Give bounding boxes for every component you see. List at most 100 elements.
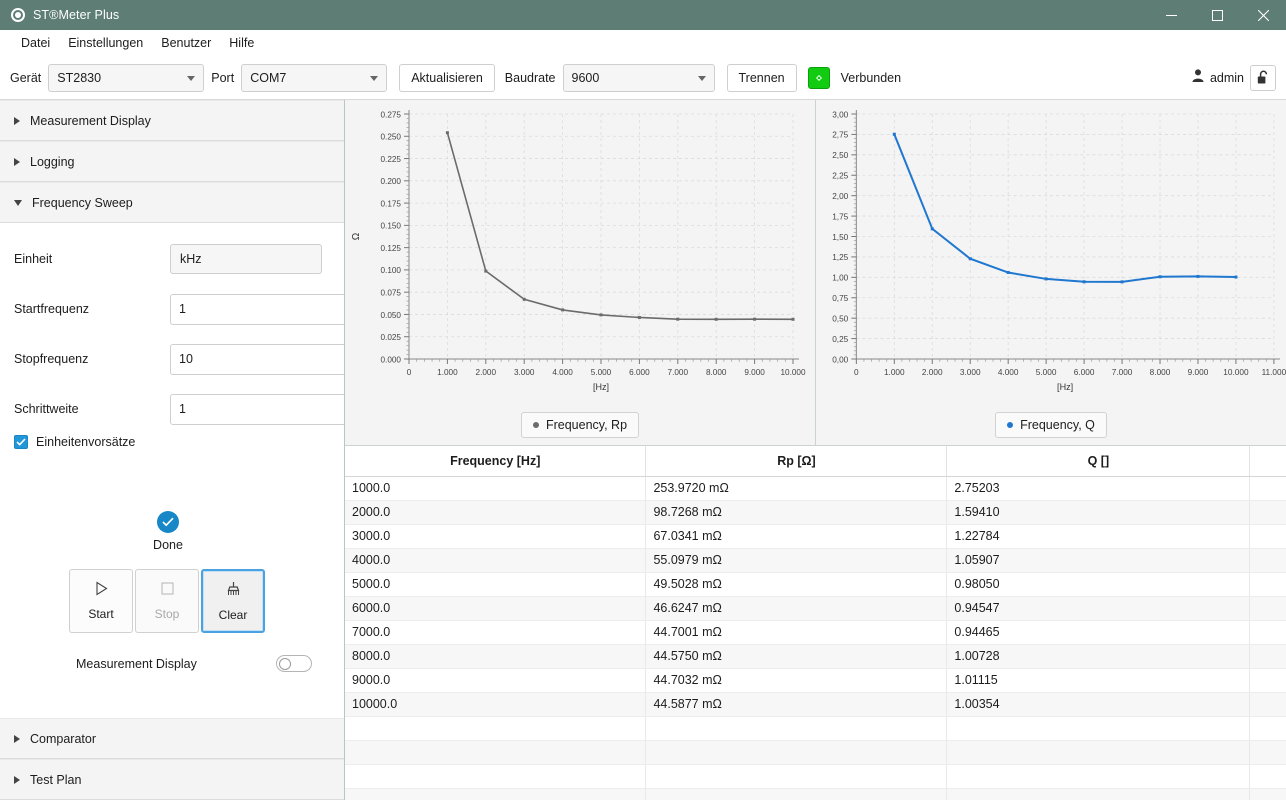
table-row[interactable]: 9000.0 44.7032 mΩ 1.01115 <box>345 668 1286 693</box>
table-cell <box>1249 620 1286 645</box>
start-button[interactable]: Start <box>69 569 133 633</box>
unit-prefix-checkbox[interactable] <box>14 435 28 449</box>
svg-text:3.000: 3.000 <box>514 368 535 377</box>
sidebar-section-measurement-display[interactable]: Measurement Display <box>0 100 344 141</box>
svg-text:7.000: 7.000 <box>1112 368 1133 377</box>
menu-item-einstellungen[interactable]: Einstellungen <box>59 33 152 53</box>
connected-plug-icon <box>807 66 830 89</box>
device-select[interactable]: ST2830 <box>48 63 205 92</box>
table-row[interactable]: 10000.0 44.5877 mΩ 1.00354 <box>345 692 1286 717</box>
svg-text:0.075: 0.075 <box>381 288 402 297</box>
svg-text:2,00: 2,00 <box>832 192 848 201</box>
table-cell: 46.6247 mΩ <box>645 596 948 621</box>
table-row[interactable]: 4000.0 55.0979 mΩ 1.05907 <box>345 548 1286 573</box>
connection-status: Verbunden <box>840 70 902 85</box>
table-row[interactable] <box>345 740 1286 765</box>
right-pane: 0.000 0.025 0.050 0.075 0.100 0.125 0.150 0.175… <box>345 100 1286 800</box>
table-column-frequency[interactable]: Frequency [Hz] <box>345 446 647 477</box>
table-header-row: Frequency [Hz] Rp [Ω] Q [] <box>345 446 1286 477</box>
table-row[interactable]: 7000.0 44.7001 mΩ 0.94465 <box>345 620 1286 645</box>
svg-text:10.000: 10.000 <box>780 368 805 377</box>
table-row[interactable]: 3000.0 67.0341 mΩ 1.22784 <box>345 524 1286 549</box>
unit-select[interactable]: kHz <box>170 244 322 274</box>
unit-prefix-checkbox-row[interactable]: Einheitenvorsätze <box>14 435 322 449</box>
sidebar-section-frequency-sweep[interactable]: Frequency Sweep <box>0 182 344 223</box>
sidebar-section-label: Test Plan <box>30 772 82 787</box>
table-cell <box>1249 500 1286 525</box>
table-cell <box>1249 572 1286 597</box>
table-column-blank[interactable] <box>1249 446 1286 477</box>
refresh-button[interactable]: Aktualisieren <box>399 63 495 92</box>
step-size-label: Schrittweite <box>14 402 79 416</box>
table-cell <box>1249 596 1286 621</box>
table-cell <box>645 740 948 765</box>
table-cell <box>1249 716 1286 741</box>
menu-item-datei[interactable]: Datei <box>12 33 59 53</box>
chart-rp-canvas[interactable]: 0.000 0.025 0.050 0.075 0.100 0.125 0.150 0.175… <box>345 100 815 405</box>
start-frequency-input[interactable] <box>170 293 344 325</box>
table-row[interactable]: 1000.0 253.9720 mΩ 2.75203 <box>345 476 1286 501</box>
port-select[interactable]: COM7 <box>241 63 388 92</box>
chart-frequency-q: 0,00 0,25 0,50 0,75 1,00 1,25 1,50 1,75 2,00 2,25… <box>816 100 1286 445</box>
svg-text:[Hz]: [Hz] <box>593 382 609 392</box>
chart-q-legend[interactable]: Frequency, Q <box>995 412 1107 438</box>
maximize-icon[interactable] <box>1194 0 1240 30</box>
svg-text:0.250: 0.250 <box>381 133 402 142</box>
table-cell <box>946 740 1251 765</box>
step-size-input[interactable] <box>170 393 344 425</box>
unit-select-value: kHz <box>180 252 202 266</box>
table-cell: 55.0979 mΩ <box>645 548 948 573</box>
play-icon <box>94 581 109 599</box>
clear-button[interactable]: Clear <box>201 569 265 633</box>
table-cell <box>345 740 647 765</box>
table-row[interactable] <box>345 716 1286 741</box>
user-name: admin <box>1209 70 1244 85</box>
step-size-stepper[interactable] <box>170 393 344 425</box>
measurement-display-toggle[interactable] <box>276 655 312 672</box>
unlocked-padlock-icon[interactable] <box>1250 64 1276 91</box>
svg-text:0.000: 0.000 <box>381 355 402 364</box>
svg-text:8.000: 8.000 <box>706 368 727 377</box>
menu-item-benutzer[interactable]: Benutzer <box>152 33 220 53</box>
table-column-q[interactable]: Q [] <box>946 446 1251 477</box>
baudrate-select[interactable]: 9600 <box>562 63 715 92</box>
chart-q-legend-row: Frequency, Q <box>816 405 1286 445</box>
table-row[interactable] <box>345 764 1286 789</box>
table-cell: 7000.0 <box>345 620 647 645</box>
table-row[interactable] <box>345 788 1286 800</box>
chevron-right-icon <box>14 734 20 743</box>
svg-text:1,75: 1,75 <box>832 212 848 221</box>
svg-text:8.000: 8.000 <box>1150 368 1171 377</box>
step-size-row: Schrittweite <box>14 393 344 425</box>
svg-text:0.275: 0.275 <box>381 110 402 119</box>
results-table-wrap[interactable]: Frequency [Hz] Rp [Ω] Q [] 1000.0 253.972… <box>345 445 1286 800</box>
svg-text:Ω: Ω <box>351 232 362 240</box>
stop-frequency-input[interactable] <box>170 343 344 375</box>
sidebar-section-comparator[interactable]: Comparator <box>0 718 344 759</box>
close-icon[interactable] <box>1240 0 1286 30</box>
minimize-icon[interactable] <box>1148 0 1194 30</box>
table-row[interactable]: 8000.0 44.5750 mΩ 1.00728 <box>345 644 1286 669</box>
sweep-status-label: Done <box>153 538 183 552</box>
table-cell <box>345 788 647 800</box>
stop-button[interactable]: Stop <box>135 569 199 633</box>
chevron-right-icon <box>14 775 20 784</box>
table-column-rp[interactable]: Rp [Ω] <box>645 446 948 477</box>
sidebar-section-test-plan[interactable]: Test Plan <box>0 759 344 800</box>
table-cell: 44.5750 mΩ <box>645 644 948 669</box>
svg-text:7.000: 7.000 <box>668 368 689 377</box>
table-row[interactable]: 5000.0 49.5028 mΩ 0.98050 <box>345 572 1286 597</box>
table-row[interactable]: 6000.0 46.6247 mΩ 0.94547 <box>345 596 1286 621</box>
disconnect-button[interactable]: Trennen <box>726 63 797 92</box>
chevron-down-icon <box>14 199 22 206</box>
svg-text:0.200: 0.200 <box>381 177 402 186</box>
start-frequency-stepper[interactable] <box>170 293 344 325</box>
chart-rp-legend[interactable]: Frequency, Rp <box>520 412 640 438</box>
stop-frequency-stepper[interactable] <box>170 343 344 375</box>
svg-text:0.025: 0.025 <box>381 333 402 342</box>
table-cell: 67.0341 mΩ <box>645 524 948 549</box>
table-row[interactable]: 2000.0 98.7268 mΩ 1.59410 <box>345 500 1286 525</box>
menu-item-hilfe[interactable]: Hilfe <box>220 33 263 53</box>
chart-q-canvas[interactable]: 0,00 0,25 0,50 0,75 1,00 1,25 1,50 1,75 2,00 2,25… <box>816 100 1286 405</box>
sidebar-section-logging[interactable]: Logging <box>0 141 344 182</box>
